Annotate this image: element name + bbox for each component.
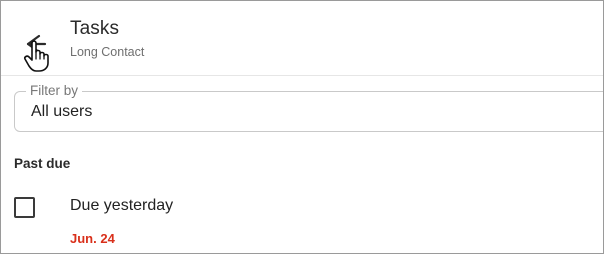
header: Tasks Long Contact [1, 1, 603, 76]
task-checkbox[interactable] [14, 197, 35, 218]
task-title[interactable]: Due yesterday [70, 197, 173, 215]
tasks-panel: Tasks Long Contact Filter by All users P… [0, 0, 604, 254]
filter-label: Filter by [26, 83, 83, 99]
filter-value: All users [31, 103, 93, 120]
hand-pointer-icon [24, 40, 49, 72]
page-title: Tasks [70, 18, 120, 39]
task-due-date: Jun. 24 [70, 231, 115, 246]
back-button[interactable] [19, 27, 53, 72]
filter-by-select[interactable]: Filter by All users [14, 83, 603, 132]
section-title-past-due: Past due [14, 156, 71, 171]
contact-name: Long Contact [70, 45, 145, 59]
